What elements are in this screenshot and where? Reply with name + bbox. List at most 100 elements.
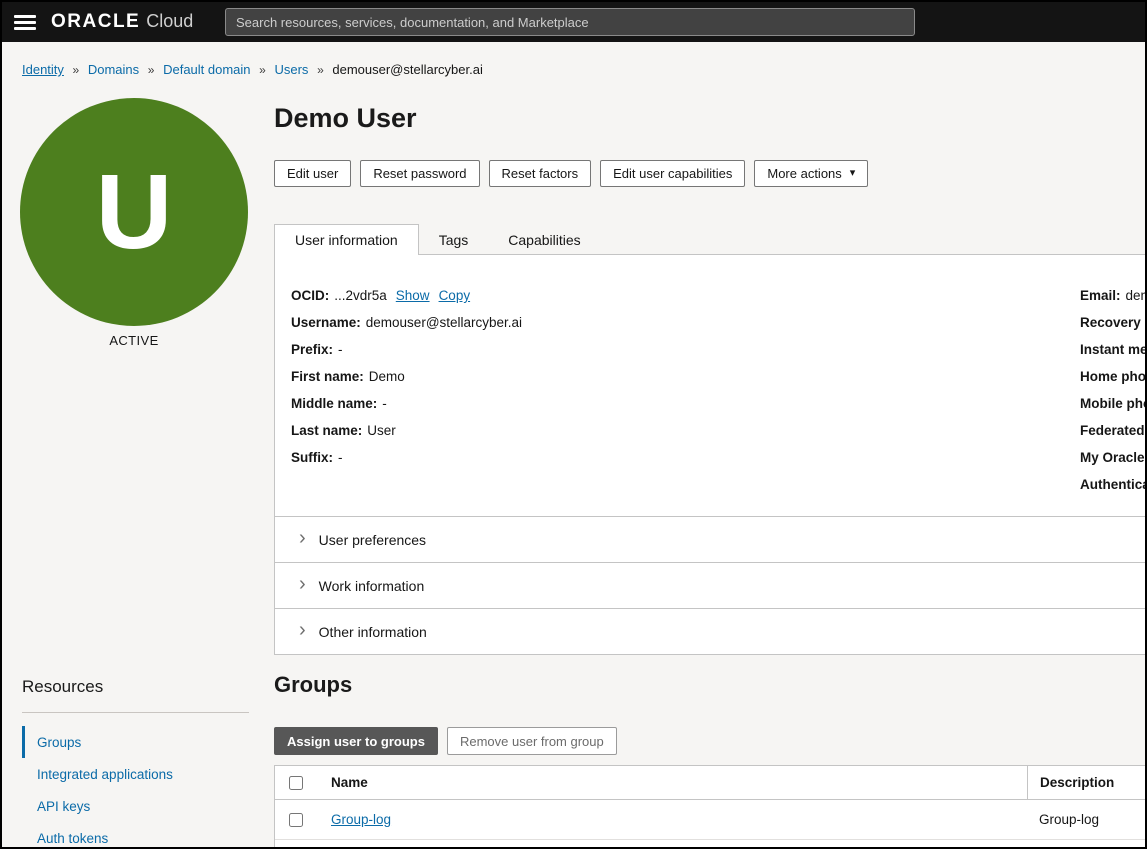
breadcrumb-identity[interactable]: Identity (22, 62, 64, 77)
breadcrumb-separator: » (317, 63, 324, 77)
breadcrumb-users[interactable]: Users (274, 62, 308, 77)
sidebar-item-auth-tokens[interactable]: Auth tokens (22, 822, 249, 849)
global-search-input[interactable] (225, 8, 915, 36)
tab-tags[interactable]: Tags (419, 224, 489, 255)
sidebar-item-integrated-applications[interactable]: Integrated applications (22, 758, 249, 790)
field-label: Suffix: (291, 450, 333, 465)
ocid-copy-link[interactable]: Copy (439, 288, 471, 303)
field-label: Last name: (291, 423, 362, 438)
table-row: Group-log Group-log (275, 800, 1145, 840)
field-first-name: First name: Demo (291, 363, 522, 390)
field-instant-messaging: Instant mes (1080, 336, 1145, 363)
topbar: ORACLE Cloud (2, 2, 1145, 42)
tab-user-information[interactable]: User information (274, 224, 419, 255)
field-label: Mobile pho (1080, 396, 1145, 411)
field-label: Home phon (1080, 369, 1145, 384)
field-middle-name: Middle name: - (291, 390, 522, 417)
field-value: demouser@stellarcyber.ai (366, 315, 522, 330)
assign-user-to-groups-button[interactable]: Assign user to groups (274, 727, 438, 755)
row-checkbox[interactable] (289, 813, 303, 827)
breadcrumb-separator: » (259, 63, 266, 77)
accordion: › User preferences › Work information › … (274, 517, 1145, 655)
field-last-name: Last name: User (291, 417, 522, 444)
table-header-row: Name Description (275, 766, 1145, 800)
chevron-right-icon: › (299, 574, 306, 594)
status-badge: ACTIVE (20, 333, 248, 348)
edit-user-capabilities-button[interactable]: Edit user capabilities (600, 160, 745, 187)
groups-title: Groups (274, 672, 352, 698)
column-header-description: Description (1027, 766, 1145, 799)
section-label: User preferences (319, 532, 426, 548)
user-actions: Edit user Reset password Reset factors E… (274, 160, 868, 187)
section-user-preferences[interactable]: › User preferences (274, 517, 1145, 563)
oracle-wordmark: ORACLE (51, 11, 140, 33)
groups-actions: Assign user to groups Remove user from g… (274, 727, 617, 755)
field-label: Authentica (1080, 477, 1145, 492)
field-mobile-phone: Mobile pho (1080, 390, 1145, 417)
group-link[interactable]: Group-log (331, 812, 391, 827)
field-label: Username: (291, 315, 361, 330)
breadcrumb: Identity » Domains » Default domain » Us… (22, 62, 483, 77)
resources-nav: Groups Integrated applications API keys … (22, 726, 249, 849)
field-authentication: Authentica (1080, 471, 1145, 498)
breadcrumb-default-domain[interactable]: Default domain (163, 62, 250, 77)
field-home-phone: Home phon (1080, 363, 1145, 390)
user-info-left-column: OCID: ...2vdr5a Show Copy Username: demo… (291, 282, 522, 471)
chevron-right-icon: › (299, 620, 306, 640)
breadcrumb-separator: » (73, 63, 80, 77)
field-value: Demo (369, 369, 405, 384)
section-work-information[interactable]: › Work information (274, 563, 1145, 609)
field-email: Email: dem (1080, 282, 1145, 309)
tab-capabilities[interactable]: Capabilities (488, 224, 600, 255)
group-description: Group-log (1027, 800, 1145, 839)
sidebar-item-groups[interactable]: Groups (22, 726, 249, 758)
edit-user-button[interactable]: Edit user (274, 160, 351, 187)
select-all-checkbox[interactable] (289, 776, 303, 790)
field-label: OCID: (291, 288, 329, 303)
field-label: Federated: (1080, 423, 1145, 438)
field-value: ...2vdr5a (334, 288, 387, 303)
section-label: Other information (319, 624, 427, 640)
ocid-show-link[interactable]: Show (396, 288, 430, 303)
field-username: Username: demouser@stellarcyber.ai (291, 309, 522, 336)
resources-title: Resources (22, 677, 103, 697)
oracle-cloud-logo[interactable]: ORACLE Cloud (51, 11, 193, 33)
field-ocid: OCID: ...2vdr5a Show Copy (291, 282, 522, 309)
breadcrumb-domains[interactable]: Domains (88, 62, 139, 77)
field-prefix: Prefix: - (291, 336, 522, 363)
section-other-information[interactable]: › Other information (274, 609, 1145, 655)
field-label: Prefix: (291, 342, 333, 357)
reset-factors-button[interactable]: Reset factors (489, 160, 592, 187)
tab-bar: User information Tags Capabilities (274, 224, 601, 255)
field-label: First name: (291, 369, 364, 384)
field-value: - (338, 342, 343, 357)
user-information-panel: OCID: ...2vdr5a Show Copy Username: demo… (274, 254, 1145, 517)
field-value: User (367, 423, 396, 438)
field-label: Email: (1080, 288, 1121, 303)
field-federated: Federated: (1080, 417, 1145, 444)
column-header-name: Name (317, 766, 1027, 799)
reset-password-button[interactable]: Reset password (360, 160, 479, 187)
avatar-letter: U (96, 152, 173, 273)
breadcrumb-current-user: demouser@stellarcyber.ai (332, 62, 482, 77)
field-my-oracle: My Oracle (1080, 444, 1145, 471)
more-actions-label: More actions (767, 166, 841, 181)
more-actions-button[interactable]: More actions ▾ (754, 160, 868, 187)
page: ORACLE Cloud Identity » Domains » Defaul… (0, 0, 1147, 849)
field-recovery-email: Recovery e (1080, 309, 1145, 336)
field-label: My Oracle (1080, 450, 1145, 465)
field-value: - (338, 450, 343, 465)
field-label: Middle name: (291, 396, 377, 411)
menu-icon[interactable] (14, 15, 36, 30)
groups-table: Name Description Group-log Group-log (274, 765, 1145, 849)
breadcrumb-separator: » (148, 63, 155, 77)
remove-user-from-group-button[interactable]: Remove user from group (447, 727, 617, 755)
field-value: - (382, 396, 387, 411)
field-label: Recovery e (1080, 315, 1145, 330)
resources-divider (22, 712, 249, 713)
field-value: dem (1126, 288, 1145, 303)
page-title: Demo User (274, 103, 417, 134)
cloud-wordmark: Cloud (146, 11, 193, 32)
sidebar-item-api-keys[interactable]: API keys (22, 790, 249, 822)
field-label: Instant mes (1080, 342, 1145, 357)
